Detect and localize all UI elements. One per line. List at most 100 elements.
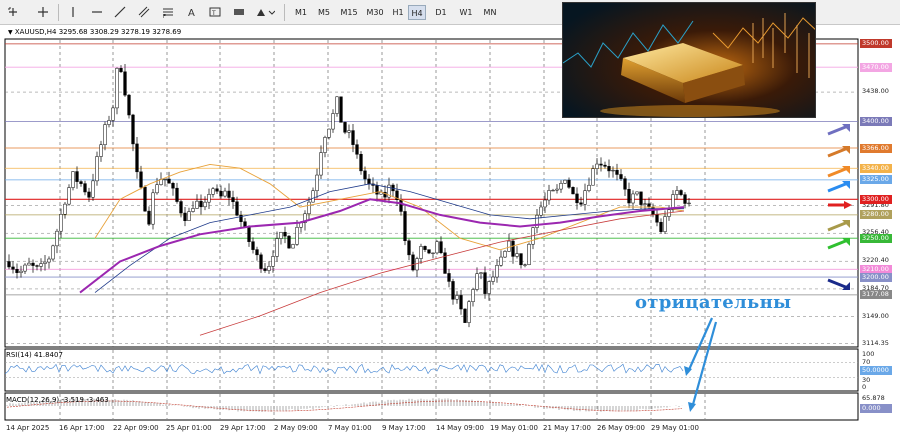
candle-body xyxy=(311,190,315,203)
candle-body xyxy=(103,124,107,145)
candle-body xyxy=(547,190,551,201)
candle-body xyxy=(99,144,103,157)
candle-body xyxy=(163,178,167,181)
candle-body xyxy=(223,190,227,197)
candle-body xyxy=(367,178,371,185)
candle-body xyxy=(155,184,159,194)
level-price-label: 3400.00 xyxy=(860,117,892,127)
candle-body xyxy=(363,170,367,180)
candle-body xyxy=(439,241,443,254)
candle-body xyxy=(527,243,531,265)
rsi-line xyxy=(4,363,684,375)
candle-body xyxy=(431,252,435,254)
candle-body xyxy=(259,254,263,269)
level-price-label: 3200.00 xyxy=(860,272,892,282)
candle-body xyxy=(143,186,147,212)
candle-body xyxy=(267,266,271,271)
macd-panel-frame xyxy=(4,392,859,421)
candle-body xyxy=(447,273,451,282)
candle-body xyxy=(71,171,75,188)
candle-body xyxy=(123,71,127,96)
candle-body xyxy=(95,156,99,182)
signal-arrow xyxy=(827,146,849,158)
candle-body xyxy=(607,166,611,172)
candle-body xyxy=(39,263,43,267)
candle-body xyxy=(659,221,663,232)
macd-value-label: 0.000 xyxy=(860,404,892,413)
candle-body xyxy=(571,187,575,195)
candle-body xyxy=(519,253,523,266)
annotation-arrow xyxy=(686,317,714,373)
candle-body xyxy=(419,246,423,259)
level-price-label: 3340.00 xyxy=(860,163,892,173)
time-axis-label: 14 May 09:00 xyxy=(436,424,485,432)
signal-arrow xyxy=(827,181,849,193)
candle-body xyxy=(351,130,355,145)
candle-body xyxy=(375,185,379,195)
signal-arrow xyxy=(827,238,849,250)
candle-body xyxy=(343,122,347,133)
signal-arrow xyxy=(827,166,849,178)
macd-label: MACD(12,26,9) -3.519 -3.463 xyxy=(6,396,109,404)
candle-body xyxy=(515,253,519,257)
candle-body xyxy=(523,264,527,266)
candle-body xyxy=(451,281,455,300)
candle-body xyxy=(47,258,51,263)
candle-body xyxy=(471,289,475,302)
time-axis-label: 26 May 09:00 xyxy=(597,424,646,432)
candle-body xyxy=(403,211,407,242)
candle-body xyxy=(335,96,339,114)
candle-body xyxy=(475,273,479,290)
candle-body xyxy=(615,169,619,175)
candle-body xyxy=(627,188,631,204)
candle-body xyxy=(459,295,463,310)
candle-body xyxy=(507,240,511,252)
candle-body xyxy=(631,193,635,204)
price-tick: 3220.40 xyxy=(862,256,889,265)
time-axis-label: 25 Apr 01:00 xyxy=(166,424,212,432)
candle-body xyxy=(243,221,247,227)
candle-body xyxy=(323,137,327,153)
candle-body xyxy=(115,68,119,109)
candle-body xyxy=(147,210,151,225)
candle-body xyxy=(235,201,239,216)
rsi-value-label: 50.0000 xyxy=(860,366,892,375)
candle-body xyxy=(67,187,71,205)
candle-body xyxy=(491,276,495,282)
price-tick: 3149.00 xyxy=(862,311,889,320)
candle-body xyxy=(79,181,83,184)
candle-body xyxy=(43,261,47,264)
candle-body xyxy=(479,272,483,274)
macd-tick: 65.878 xyxy=(862,394,885,402)
candle-body xyxy=(339,96,343,123)
candle-body xyxy=(499,256,503,266)
candle-body xyxy=(611,169,615,172)
time-axis-label: 29 Apr 17:00 xyxy=(220,424,266,432)
candle-body xyxy=(683,194,687,204)
candle-body xyxy=(23,264,27,272)
candle-body xyxy=(171,183,175,189)
candle-body xyxy=(11,266,15,270)
candle-body xyxy=(59,213,63,232)
level-price-label: 3366.00 xyxy=(860,143,892,153)
candle-body xyxy=(211,188,215,195)
rsi-tick: 0 xyxy=(862,383,867,391)
signal-arrow xyxy=(827,124,849,136)
candle-body xyxy=(247,226,251,242)
symbol-info: XAUUSD,H4 3295.68 3308.29 3278.19 3278.6… xyxy=(14,28,182,36)
candle-body xyxy=(295,227,299,245)
candle-body xyxy=(263,268,267,271)
candle-body xyxy=(19,270,23,273)
time-axis-label: 19 May 01:00 xyxy=(490,424,539,432)
candle-body xyxy=(411,254,415,271)
candle-body xyxy=(251,241,255,250)
candle-body xyxy=(127,94,131,116)
candle-body xyxy=(203,201,207,208)
candle-body xyxy=(183,212,187,221)
level-price-label: 3250.00 xyxy=(860,233,892,243)
gold-bar-image xyxy=(562,2,816,118)
candle-body xyxy=(119,68,123,73)
candle-body xyxy=(427,249,431,254)
candle-body xyxy=(463,308,467,323)
signal-arrow-head xyxy=(844,201,852,209)
